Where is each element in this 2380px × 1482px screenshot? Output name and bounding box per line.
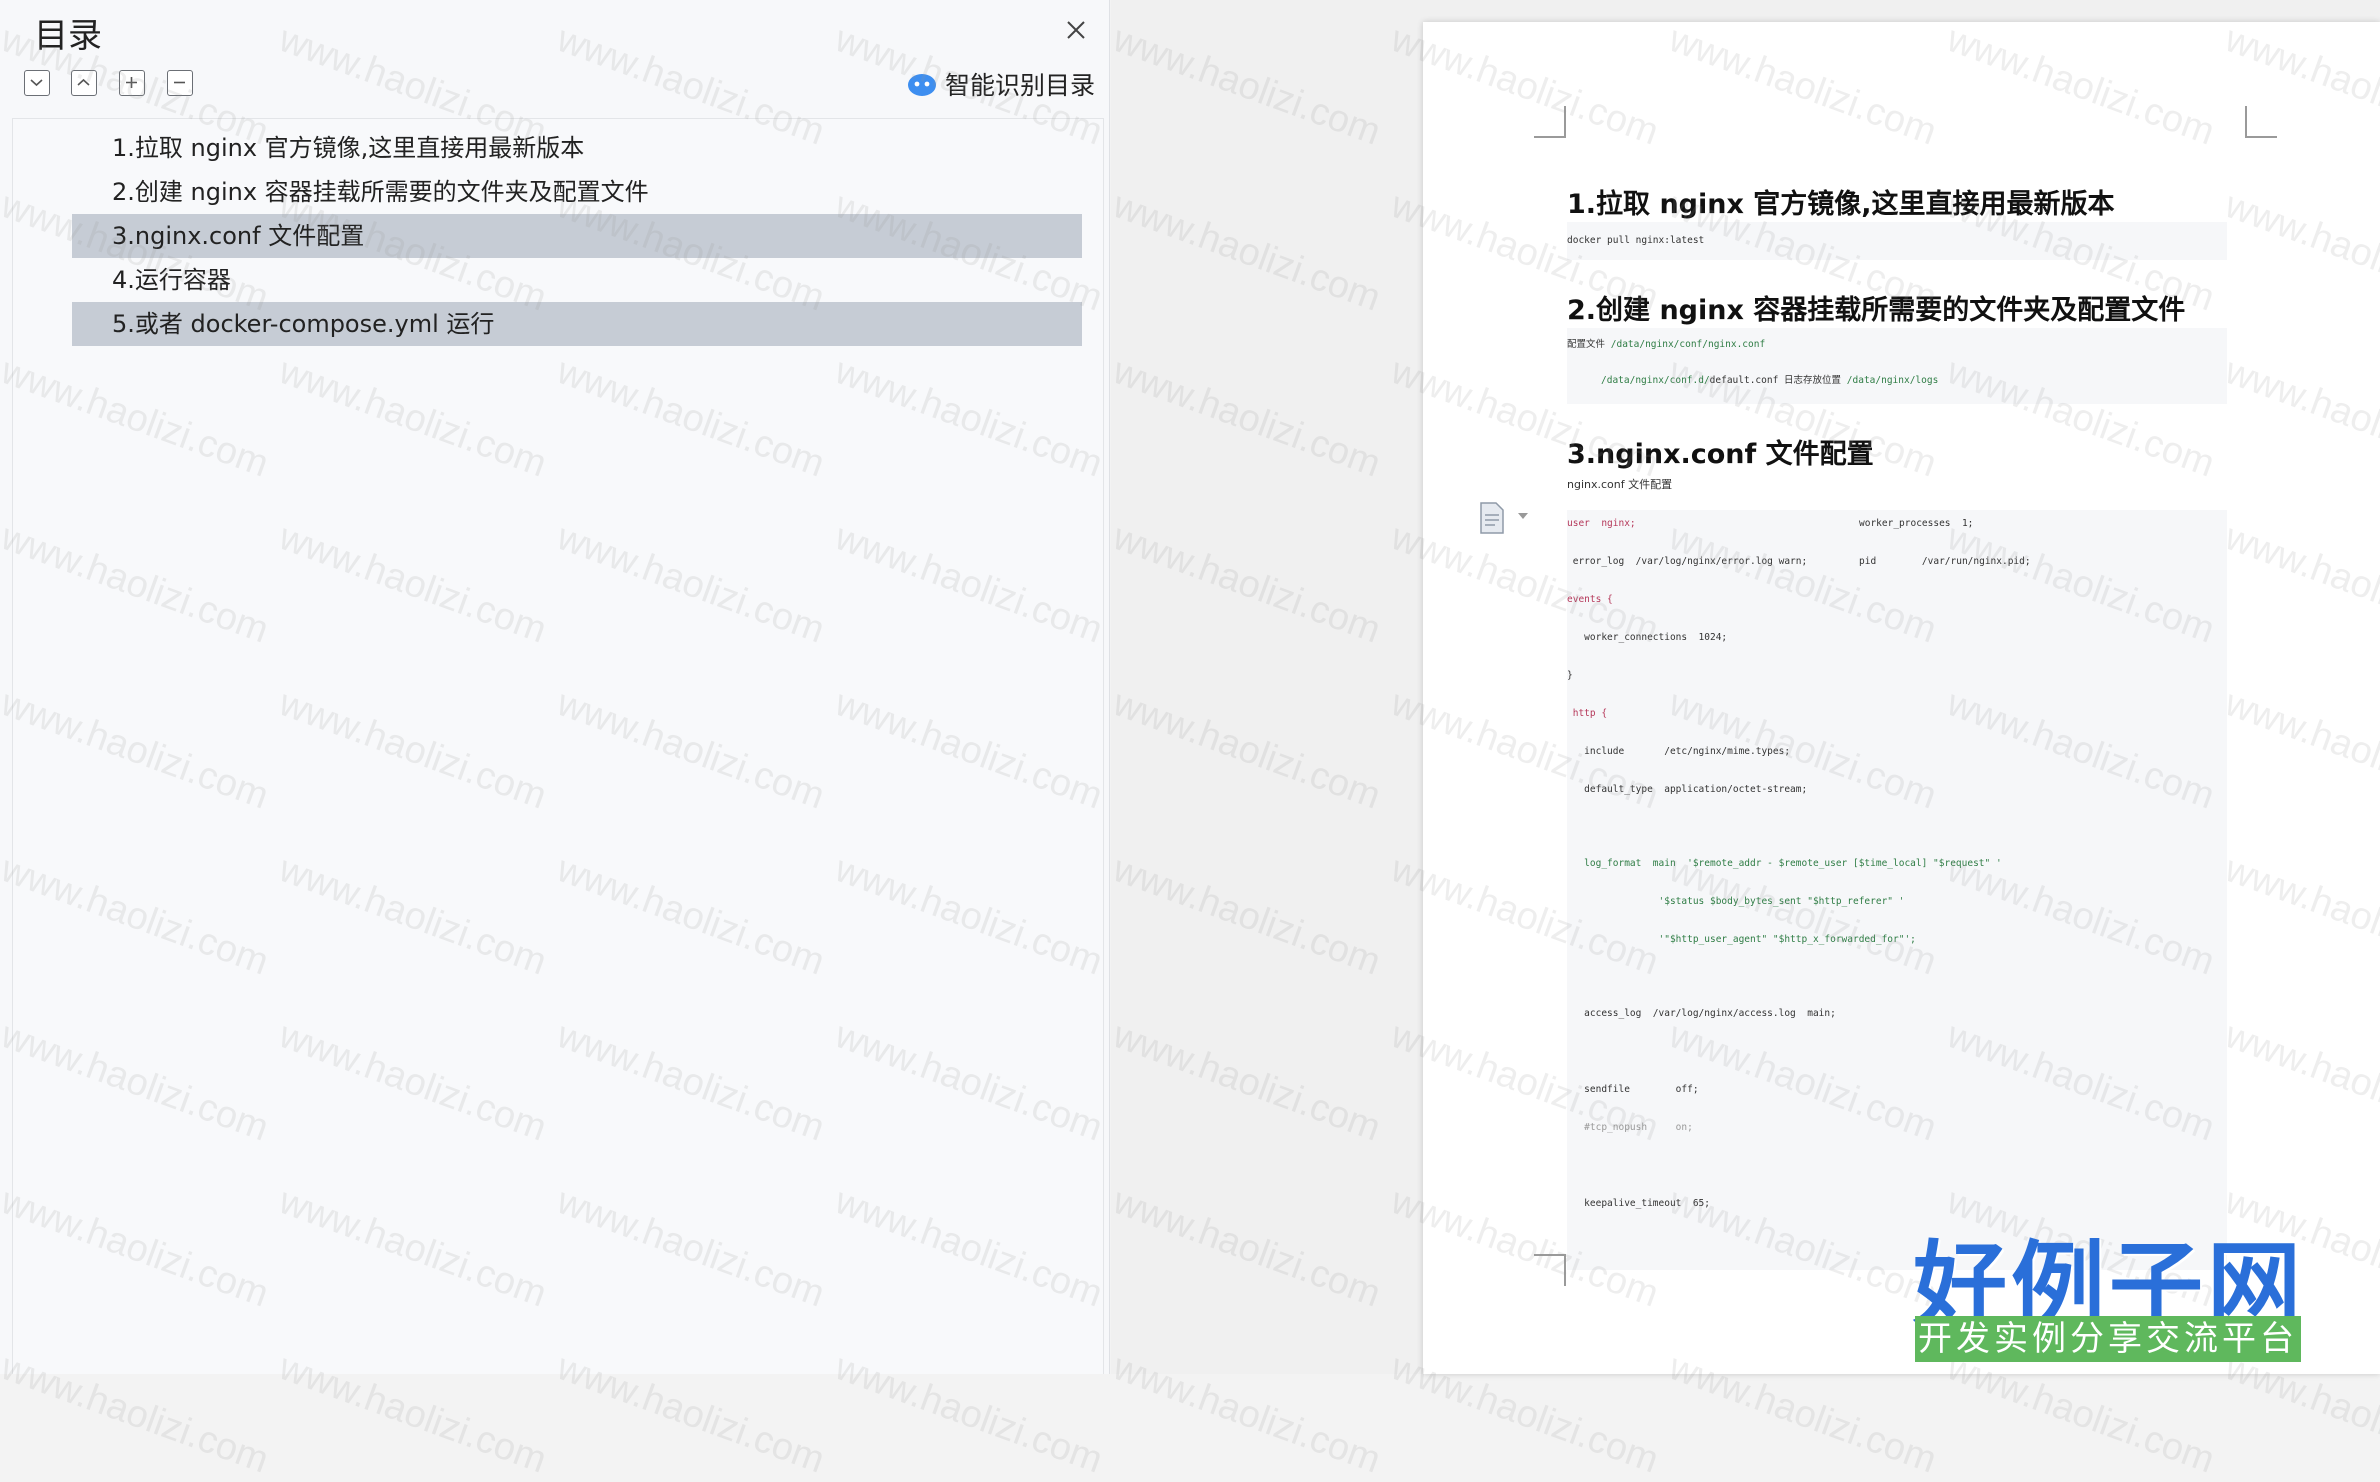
config-line-6: http { — [1567, 708, 1608, 719]
smart-toc-label: 智能识别目录 — [944, 71, 1095, 100]
document-icon[interactable] — [1478, 502, 1506, 534]
remove-entry-button[interactable] — [167, 70, 193, 96]
crop-mark — [2245, 106, 2277, 138]
code-block-2: 配置文件 /data/nginx/conf/nginx.conf /data/n… — [1567, 328, 2227, 404]
code-text: user nginx; — [1567, 518, 1636, 529]
robot-icon — [907, 74, 936, 96]
config-line-2b: pid /var/run/nginx.pid; — [1859, 556, 2031, 567]
config-line-13: sendfile off; — [1567, 1084, 1699, 1095]
toc-item-label: 4.运行容器 — [112, 266, 231, 294]
document-viewer[interactable]: 1.拉取 nginx 官方镜像,这里直接用最新版本 docker pull ng… — [1111, 0, 2380, 1374]
code-label: 日志存放位置 — [1784, 375, 1842, 386]
config-line-4: worker_connections 1024; — [1567, 632, 1728, 643]
config-line-1: user nginx; — [1567, 518, 1636, 529]
smart-toc-button[interactable]: 智能识别目录 — [907, 66, 1095, 102]
config-line-11: '"$http_user_agent" "$http_x_forwarded_f… — [1567, 934, 1916, 945]
toc-item-label: 1.拉取 nginx 官方镜像,这里直接用最新版本 — [112, 134, 585, 162]
close-icon[interactable] — [1060, 14, 1092, 46]
doc-heading-3: 3.nginx.conf 文件配置 — [1567, 439, 1874, 470]
toc-item-label: 3.nginx.conf 文件配置 — [112, 222, 365, 250]
code-text: pid /var/run/nginx.pid; — [1859, 556, 2031, 567]
logo-sub-text: 开发实例分享交流平台 — [1915, 1316, 2301, 1362]
minus-icon — [174, 81, 185, 84]
plus-icon — [126, 77, 137, 88]
toc-item-2[interactable]: 2.创建 nginx 容器挂载所需要的文件夹及配置文件 — [72, 170, 1082, 214]
config-code-block: user nginx; worker_processes 1; error_lo… — [1567, 510, 2227, 1270]
config-line-1b: worker_processes 1; — [1859, 518, 1973, 529]
code-path: /data/nginx/conf/nginx.conf — [1610, 339, 1766, 350]
config-line-7: include /etc/nginx/mime.types; — [1567, 746, 1791, 757]
toc-panel: 目录 智能识别目录 1.拉取 nginx 官方镜像,这里直接用最新版本 2.创建… — [0, 0, 1110, 1374]
config-line-8: default_type application/octet-stream; — [1567, 784, 1808, 795]
doc-heading-1: 1.拉取 nginx 官方镜像,这里直接用最新版本 — [1567, 189, 2115, 220]
add-entry-button[interactable] — [119, 70, 145, 96]
chevron-down-icon[interactable] — [1518, 513, 1528, 519]
document-page: 1.拉取 nginx 官方镜像,这里直接用最新版本 docker pull ng… — [1423, 22, 2380, 1374]
config-line-10: '$status $body_bytes_sent "$http_referer… — [1567, 896, 1905, 907]
config-line-15: keepalive_timeout 65; — [1567, 1198, 1710, 1209]
config-line-3: events { — [1567, 594, 1613, 605]
config-line-2: error_log /var/log/nginx/error.log warn; — [1567, 556, 1808, 567]
config-line-14: #tcp_nopush on; — [1567, 1122, 1693, 1133]
toc-item-3[interactable]: 3.nginx.conf 文件配置 — [72, 214, 1082, 258]
crop-mark — [1534, 1254, 1566, 1286]
code-path: /data/nginx/conf.d/ — [1601, 375, 1710, 386]
code-block-1: docker pull nginx:latest — [1567, 222, 2227, 260]
code-text: worker_processes 1; — [1859, 518, 1974, 529]
toc-item-4[interactable]: 4.运行容器 — [72, 258, 1082, 302]
doc-heading-2: 2.创建 nginx 容器挂载所需要的文件夹及配置文件 — [1567, 295, 2186, 326]
code-line: 配置文件 /data/nginx/conf/nginx.conf — [1567, 336, 1765, 350]
code-path: /data/nginx/logs — [1846, 375, 1939, 386]
crop-mark — [1534, 106, 1566, 138]
config-line-9: log_format main '$remote_addr - $remote_… — [1567, 858, 2002, 869]
code-text: error_log /var/log/nginx/error.log warn; — [1567, 556, 1808, 567]
config-line-12: access_log /var/log/nginx/access.log mai… — [1567, 1008, 1836, 1019]
code-line: docker pull nginx:latest — [1567, 235, 1705, 246]
collapse-all-button[interactable] — [24, 70, 50, 96]
site-logo: 好例子网 开发实例分享交流平台 — [1905, 1210, 2305, 1366]
code-file: default.conf — [1709, 375, 1779, 386]
expand-all-button[interactable] — [71, 70, 97, 96]
config-line-5: } — [1567, 670, 1573, 681]
code-label: 配置文件 — [1567, 339, 1606, 350]
toc-item-1[interactable]: 1.拉取 nginx 官方镜像,这里直接用最新版本 — [72, 126, 1082, 170]
toc-item-label: 2.创建 nginx 容器挂载所需要的文件夹及配置文件 — [112, 178, 649, 206]
toc-item-label: 5.或者 docker-compose.yml 运行 — [112, 310, 495, 338]
chevron-up-icon — [77, 78, 90, 86]
code-line: /data/nginx/conf.d/default.conf 日志存放位置 /… — [1601, 372, 1938, 386]
doc-paragraph: nginx.conf 文件配置 — [1567, 478, 1673, 491]
chevron-down-icon — [30, 79, 43, 87]
toc-title: 目录 — [34, 16, 102, 56]
toc-item-5[interactable]: 5.或者 docker-compose.yml 运行 — [72, 302, 1082, 346]
